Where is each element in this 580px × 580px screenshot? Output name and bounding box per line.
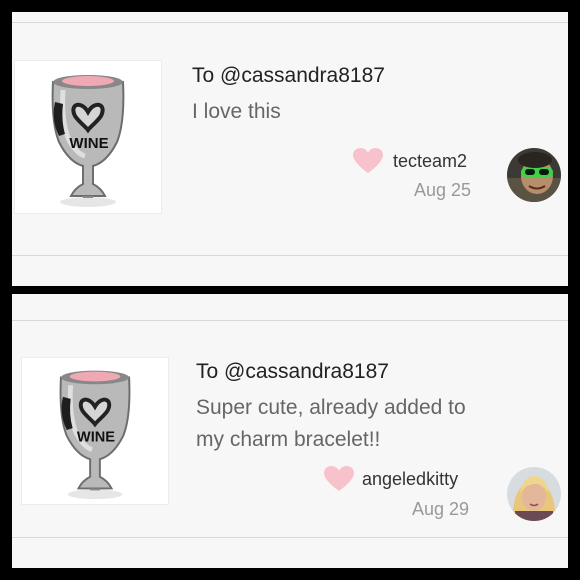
like-heart-icon[interactable] bbox=[353, 148, 383, 174]
comment-line: my charm bracelet!! bbox=[196, 428, 381, 451]
comment-text: I love this bbox=[192, 96, 281, 128]
divider bbox=[12, 22, 568, 23]
comment-date: Aug 29 bbox=[412, 499, 470, 519]
product-thumbnail[interactable]: WINE bbox=[14, 60, 162, 214]
comment-text: Super cute, already added to my charm br… bbox=[196, 392, 466, 456]
divider bbox=[12, 537, 568, 538]
user-avatar[interactable] bbox=[507, 148, 561, 202]
product-thumbnail[interactable]: WINE bbox=[21, 357, 169, 505]
comment-date: Aug 25 bbox=[414, 180, 472, 200]
wine-glass-charm-image: WINE bbox=[15, 61, 161, 213]
user-avatar[interactable] bbox=[507, 467, 561, 521]
comment-line: I love this bbox=[192, 100, 281, 123]
comment-username[interactable]: tecteam2 bbox=[393, 151, 467, 172]
divider bbox=[12, 320, 568, 321]
comment-recipient: To @cassandra8187 bbox=[192, 64, 385, 87]
wine-glass-charm-image: WINE bbox=[22, 358, 168, 504]
comment-username[interactable]: angeledkitty bbox=[362, 469, 458, 490]
comment-recipient: To @cassandra8187 bbox=[196, 360, 389, 383]
comment-card: WINE To @cassandra8187 I love this tecte… bbox=[12, 12, 568, 286]
divider bbox=[12, 255, 568, 256]
like-heart-icon[interactable] bbox=[324, 466, 354, 492]
charm-engraving: WINE bbox=[69, 135, 108, 152]
comment-line: Super cute, already added to bbox=[196, 396, 466, 419]
charm-engraving: WINE bbox=[77, 430, 115, 446]
comment-card: WINE To @cassandra8187 Super cute, alrea… bbox=[12, 294, 568, 568]
